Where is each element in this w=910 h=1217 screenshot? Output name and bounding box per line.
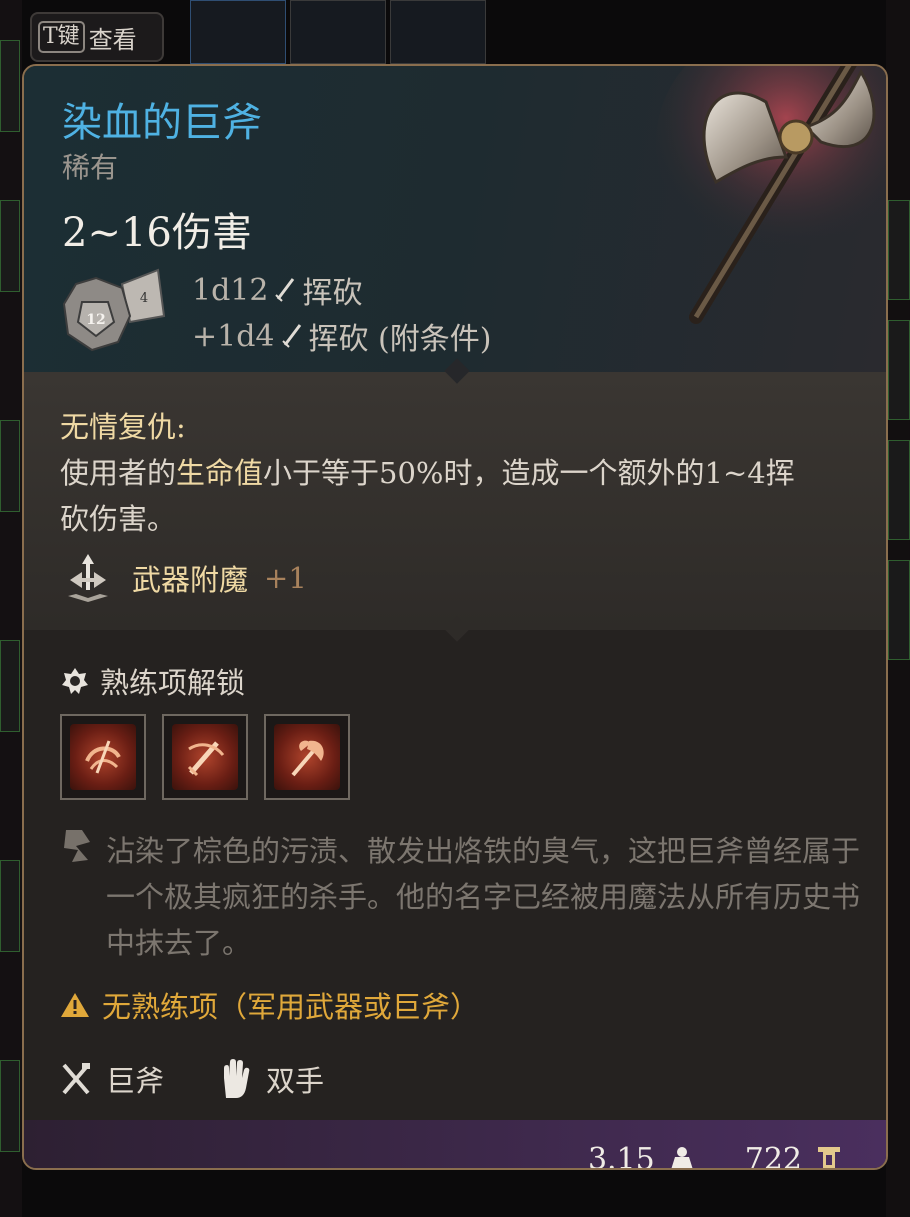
item-rarity: 稀有 xyxy=(62,151,119,184)
hp-keyword-link[interactable]: 生命值 xyxy=(176,456,263,490)
great-axe-item-icon xyxy=(656,66,886,324)
weapon-enchantment-icon xyxy=(68,554,108,602)
cleave-action-icon xyxy=(85,740,121,774)
inventory-slot[interactable] xyxy=(0,420,20,512)
inspect-hotkey-hint[interactable]: T键 查看 xyxy=(30,12,164,62)
proficiency-title: 熟练项解锁 xyxy=(100,666,246,700)
damage-dice: +1d4 xyxy=(192,318,275,354)
item-footer-stats: 3.15 722 xyxy=(587,1142,842,1170)
item-damage-total: 2~16伤害 xyxy=(62,210,252,256)
proficiency-badge-icon xyxy=(62,668,88,694)
proficiency-action-slot[interactable] xyxy=(162,714,248,800)
inventory-slot-top[interactable] xyxy=(390,0,486,64)
inventory-slot[interactable] xyxy=(0,200,20,292)
hotkey-label: 查看 xyxy=(88,25,137,54)
damage-dice: 1d12 xyxy=(192,272,269,308)
damage-type: 挥砍 xyxy=(302,276,363,311)
handedness-tag[interactable]: 双手 xyxy=(266,1058,324,1100)
crossed-weapons-icon xyxy=(62,1063,90,1095)
weapon-type-tag[interactable]: 巨斧 xyxy=(106,1058,164,1100)
passive-description: 使用者的生命值小于等于50%时，造成一个额外的1~4挥砍伤害。 xyxy=(60,450,820,542)
gold-value-icon xyxy=(818,1146,840,1168)
inventory-slot[interactable] xyxy=(0,860,20,952)
hotkey-key: T键 xyxy=(38,21,85,53)
weapon-tags: 巨斧 双手 xyxy=(60,1058,324,1100)
item-weight: 3.15 xyxy=(587,1142,655,1170)
inventory-left-strip xyxy=(0,0,22,1217)
proficiency-header: 熟练项解锁 xyxy=(60,660,245,702)
proficiency-action-slot[interactable] xyxy=(60,714,146,800)
axe-strike-action-icon xyxy=(291,740,324,777)
weight-icon xyxy=(671,1146,693,1168)
d12-number: 12 xyxy=(86,312,105,328)
damage-type: 挥砍 (附条件) xyxy=(308,322,492,357)
passive-desc-text: 使用者的 xyxy=(60,456,177,490)
warning-triangle-icon xyxy=(61,993,89,1017)
inventory-slot[interactable] xyxy=(0,640,20,732)
two-handed-hand-icon xyxy=(224,1059,250,1098)
lore-quill-icon xyxy=(64,830,90,862)
damage-line: +1d4 挥砍 (附条件) xyxy=(192,314,491,358)
inventory-slot[interactable] xyxy=(888,320,910,420)
inventory-slot[interactable] xyxy=(888,560,910,660)
inventory-slot[interactable] xyxy=(0,40,20,132)
enchantment-row: 武器附魔 +1 xyxy=(60,550,307,606)
item-value: 722 xyxy=(744,1142,802,1170)
inventory-slot-top[interactable] xyxy=(290,0,386,64)
inventory-slot[interactable] xyxy=(0,1060,20,1152)
inventory-slot[interactable] xyxy=(888,440,910,540)
dice-icon: 4 12 xyxy=(62,268,166,352)
warning-text: 无熟练项（军用武器或巨斧） xyxy=(102,990,480,1024)
proficiency-action-list xyxy=(60,714,350,800)
slashing-sword-icon xyxy=(275,278,295,302)
item-lore-text: 沾染了棕色的污渍、散发出烙铁的臭气，这把巨斧曾经属于一个极其疯狂的杀手。他的名字… xyxy=(106,834,861,960)
enchantment-value: +1 xyxy=(264,561,307,595)
proficiency-action-slot[interactable] xyxy=(264,714,350,800)
enchantment-label: 武器附魔 xyxy=(132,563,249,597)
damage-line: 1d12 挥砍 xyxy=(192,268,362,312)
slashing-sword-icon xyxy=(281,324,301,348)
passive-name: 无情复仇: xyxy=(60,410,186,444)
inventory-slot-top[interactable] xyxy=(190,0,286,64)
item-tooltip: 染血的巨斧 稀有 2~16伤害 4 12 1d12 挥砍 +1d4 挥砍 (附条… xyxy=(22,64,888,1170)
item-name: 染血的巨斧 xyxy=(62,100,262,146)
inventory-slot[interactable] xyxy=(888,200,910,300)
d4-number: 4 xyxy=(140,291,148,306)
lacerate-action-icon xyxy=(187,741,225,777)
inventory-right-strip xyxy=(886,0,910,1217)
proficiency-warning: 无熟练项（军用武器或巨斧） xyxy=(60,984,479,1026)
